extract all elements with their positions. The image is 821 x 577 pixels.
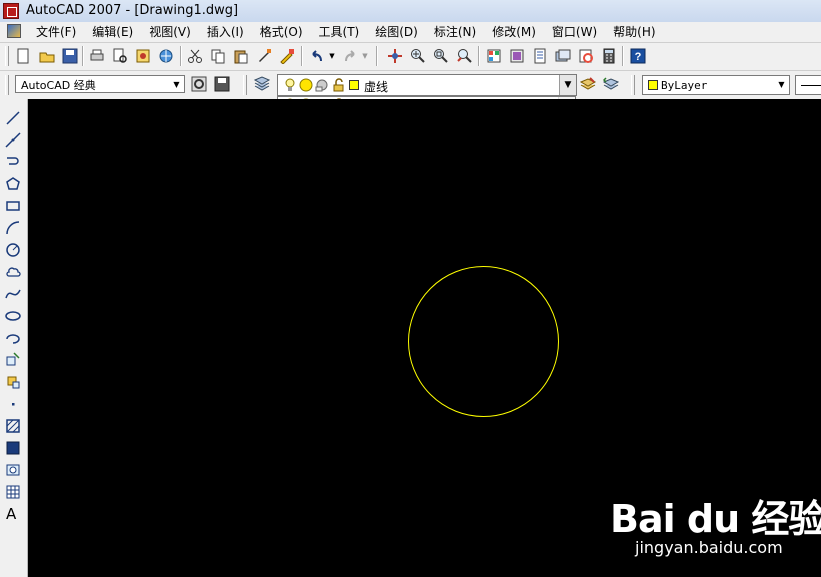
menu-dimension[interactable]: 标注(N) (426, 24, 484, 40)
construction-line-icon[interactable] (4, 131, 22, 149)
title-bar: AutoCAD 2007 - [Drawing1.dwg] (0, 0, 821, 23)
block-editor-icon[interactable] (278, 47, 296, 65)
menu-insert[interactable]: 插入(I) (199, 24, 252, 40)
point-tool-icon[interactable] (4, 395, 22, 413)
sheet-set-manager-icon[interactable] (554, 47, 572, 65)
window-title: AutoCAD 2007 - [Drawing1.dwg] (26, 3, 239, 18)
markup-set-manager-icon[interactable] (577, 47, 595, 65)
make-object-layer-current-icon[interactable] (579, 75, 597, 93)
menu-window[interactable]: 窗口(W) (544, 24, 605, 40)
redo-icon[interactable] (341, 47, 359, 65)
watermark-url: jingyan.baidu.com (635, 538, 783, 557)
redo-dropdown-icon[interactable]: ▼ (359, 47, 371, 65)
paste-icon[interactable] (232, 47, 250, 65)
pan-icon[interactable] (386, 47, 404, 65)
layer-control-combo[interactable]: 虚线 ▼ (277, 74, 577, 96)
draw-toolbar: A (0, 99, 28, 577)
document-menu-icon[interactable] (7, 24, 21, 38)
color-control-combo[interactable]: ByLayer ▼ (642, 75, 790, 95)
ellipse-tool-icon[interactable] (4, 307, 22, 325)
layer-unlock-icon[interactable] (331, 78, 345, 95)
zoom-window-icon[interactable] (432, 47, 450, 65)
current-layer-name: 虚线 (364, 80, 389, 94)
copy-icon[interactable] (209, 47, 227, 65)
workspace-value: AutoCAD 经典 (21, 79, 96, 92)
tool-palettes-icon[interactable] (531, 47, 549, 65)
color-swatch (648, 80, 658, 90)
chevron-down-icon[interactable]: ▼ (169, 76, 184, 92)
region-tool-icon[interactable] (4, 461, 22, 479)
arc-tool-icon[interactable] (4, 219, 22, 237)
multiline-text-tool[interactable]: A (6, 505, 16, 523)
layer-properties-manager-icon[interactable] (253, 75, 271, 93)
current-layer-display (278, 77, 559, 93)
table-tool-icon[interactable] (4, 483, 22, 501)
menu-view[interactable]: 视图(V) (141, 24, 199, 40)
standard-toolbar: ▼ ▼ ? (0, 43, 821, 71)
menu-format[interactable]: 格式(O) (252, 24, 311, 40)
chevron-down-icon[interactable]: ▼ (559, 75, 576, 95)
toolbar-grip[interactable] (631, 75, 635, 95)
circle-tool-icon[interactable] (4, 241, 22, 259)
layer-on-bulb-icon[interactable] (283, 78, 297, 95)
make-block-icon[interactable] (4, 373, 22, 391)
match-properties-icon[interactable] (255, 47, 273, 65)
menu-help[interactable]: 帮助(H) (605, 24, 663, 40)
help-icon[interactable]: ? (629, 47, 647, 65)
chevron-down-icon[interactable]: ▼ (774, 76, 789, 92)
insert-block-icon[interactable] (4, 351, 22, 369)
save-icon[interactable] (61, 47, 79, 65)
watermark-brand: Bai du 经验 (610, 497, 821, 541)
revision-cloud-icon[interactable] (4, 263, 22, 281)
save-workspace-icon[interactable] (213, 75, 231, 93)
cut-icon[interactable] (186, 47, 204, 65)
print-icon[interactable] (88, 47, 106, 65)
line-tool-icon[interactable] (4, 109, 22, 127)
autocad-app-icon[interactable] (3, 3, 19, 19)
new-file-icon[interactable] (14, 47, 32, 65)
hatch-tool-icon[interactable] (4, 417, 22, 435)
polyline-tool-icon[interactable] (4, 153, 22, 171)
undo-icon[interactable] (308, 47, 326, 65)
menu-modify[interactable]: 修改(M) (484, 24, 544, 40)
design-center-icon[interactable] (508, 47, 526, 65)
layer-thaw-sun-icon[interactable] (299, 78, 313, 95)
workspace-select[interactable]: AutoCAD 经典 ▼ (15, 75, 185, 93)
etransmit-icon[interactable] (157, 47, 175, 65)
rectangle-tool-icon[interactable] (4, 197, 22, 215)
menu-bar: 文件(F) 编辑(E) 视图(V) 插入(I) 格式(O) 工具(T) 绘图(D… (0, 22, 821, 43)
menu-edit[interactable]: 编辑(E) (84, 24, 141, 40)
toolbar-grip[interactable] (5, 46, 9, 66)
menu-draw[interactable]: 绘图(D) (367, 24, 426, 40)
gradient-tool-icon[interactable] (4, 439, 22, 457)
quickcalc-icon[interactable] (600, 47, 618, 65)
menu-file[interactable]: 文件(F) (28, 24, 84, 40)
svg-text:?: ? (635, 51, 642, 63)
undo-dropdown-icon[interactable]: ▼ (326, 47, 338, 65)
spline-tool-icon[interactable] (4, 285, 22, 303)
zoom-realtime-icon[interactable] (409, 47, 427, 65)
layer-previous-icon[interactable] (602, 75, 620, 93)
workspace-settings-icon[interactable] (190, 75, 208, 93)
menu-tools[interactable]: 工具(T) (311, 24, 368, 40)
circle-entity[interactable] (408, 266, 559, 417)
toolbar-grip[interactable] (5, 75, 9, 95)
zoom-previous-icon[interactable] (455, 47, 473, 65)
open-file-icon[interactable] (38, 47, 56, 65)
linetype-control-combo[interactable] (795, 75, 821, 95)
layer-color-swatch[interactable] (349, 80, 359, 90)
ellipse-arc-tool-icon[interactable] (4, 329, 22, 347)
polygon-tool-icon[interactable] (4, 175, 22, 193)
properties-icon[interactable] (485, 47, 503, 65)
toolbar-grip[interactable] (243, 75, 247, 95)
plot-preview-icon[interactable] (111, 47, 129, 65)
publish-icon[interactable] (134, 47, 152, 65)
layer-vp-thaw-icon[interactable] (315, 78, 329, 95)
color-value: ByLayer (661, 79, 708, 92)
